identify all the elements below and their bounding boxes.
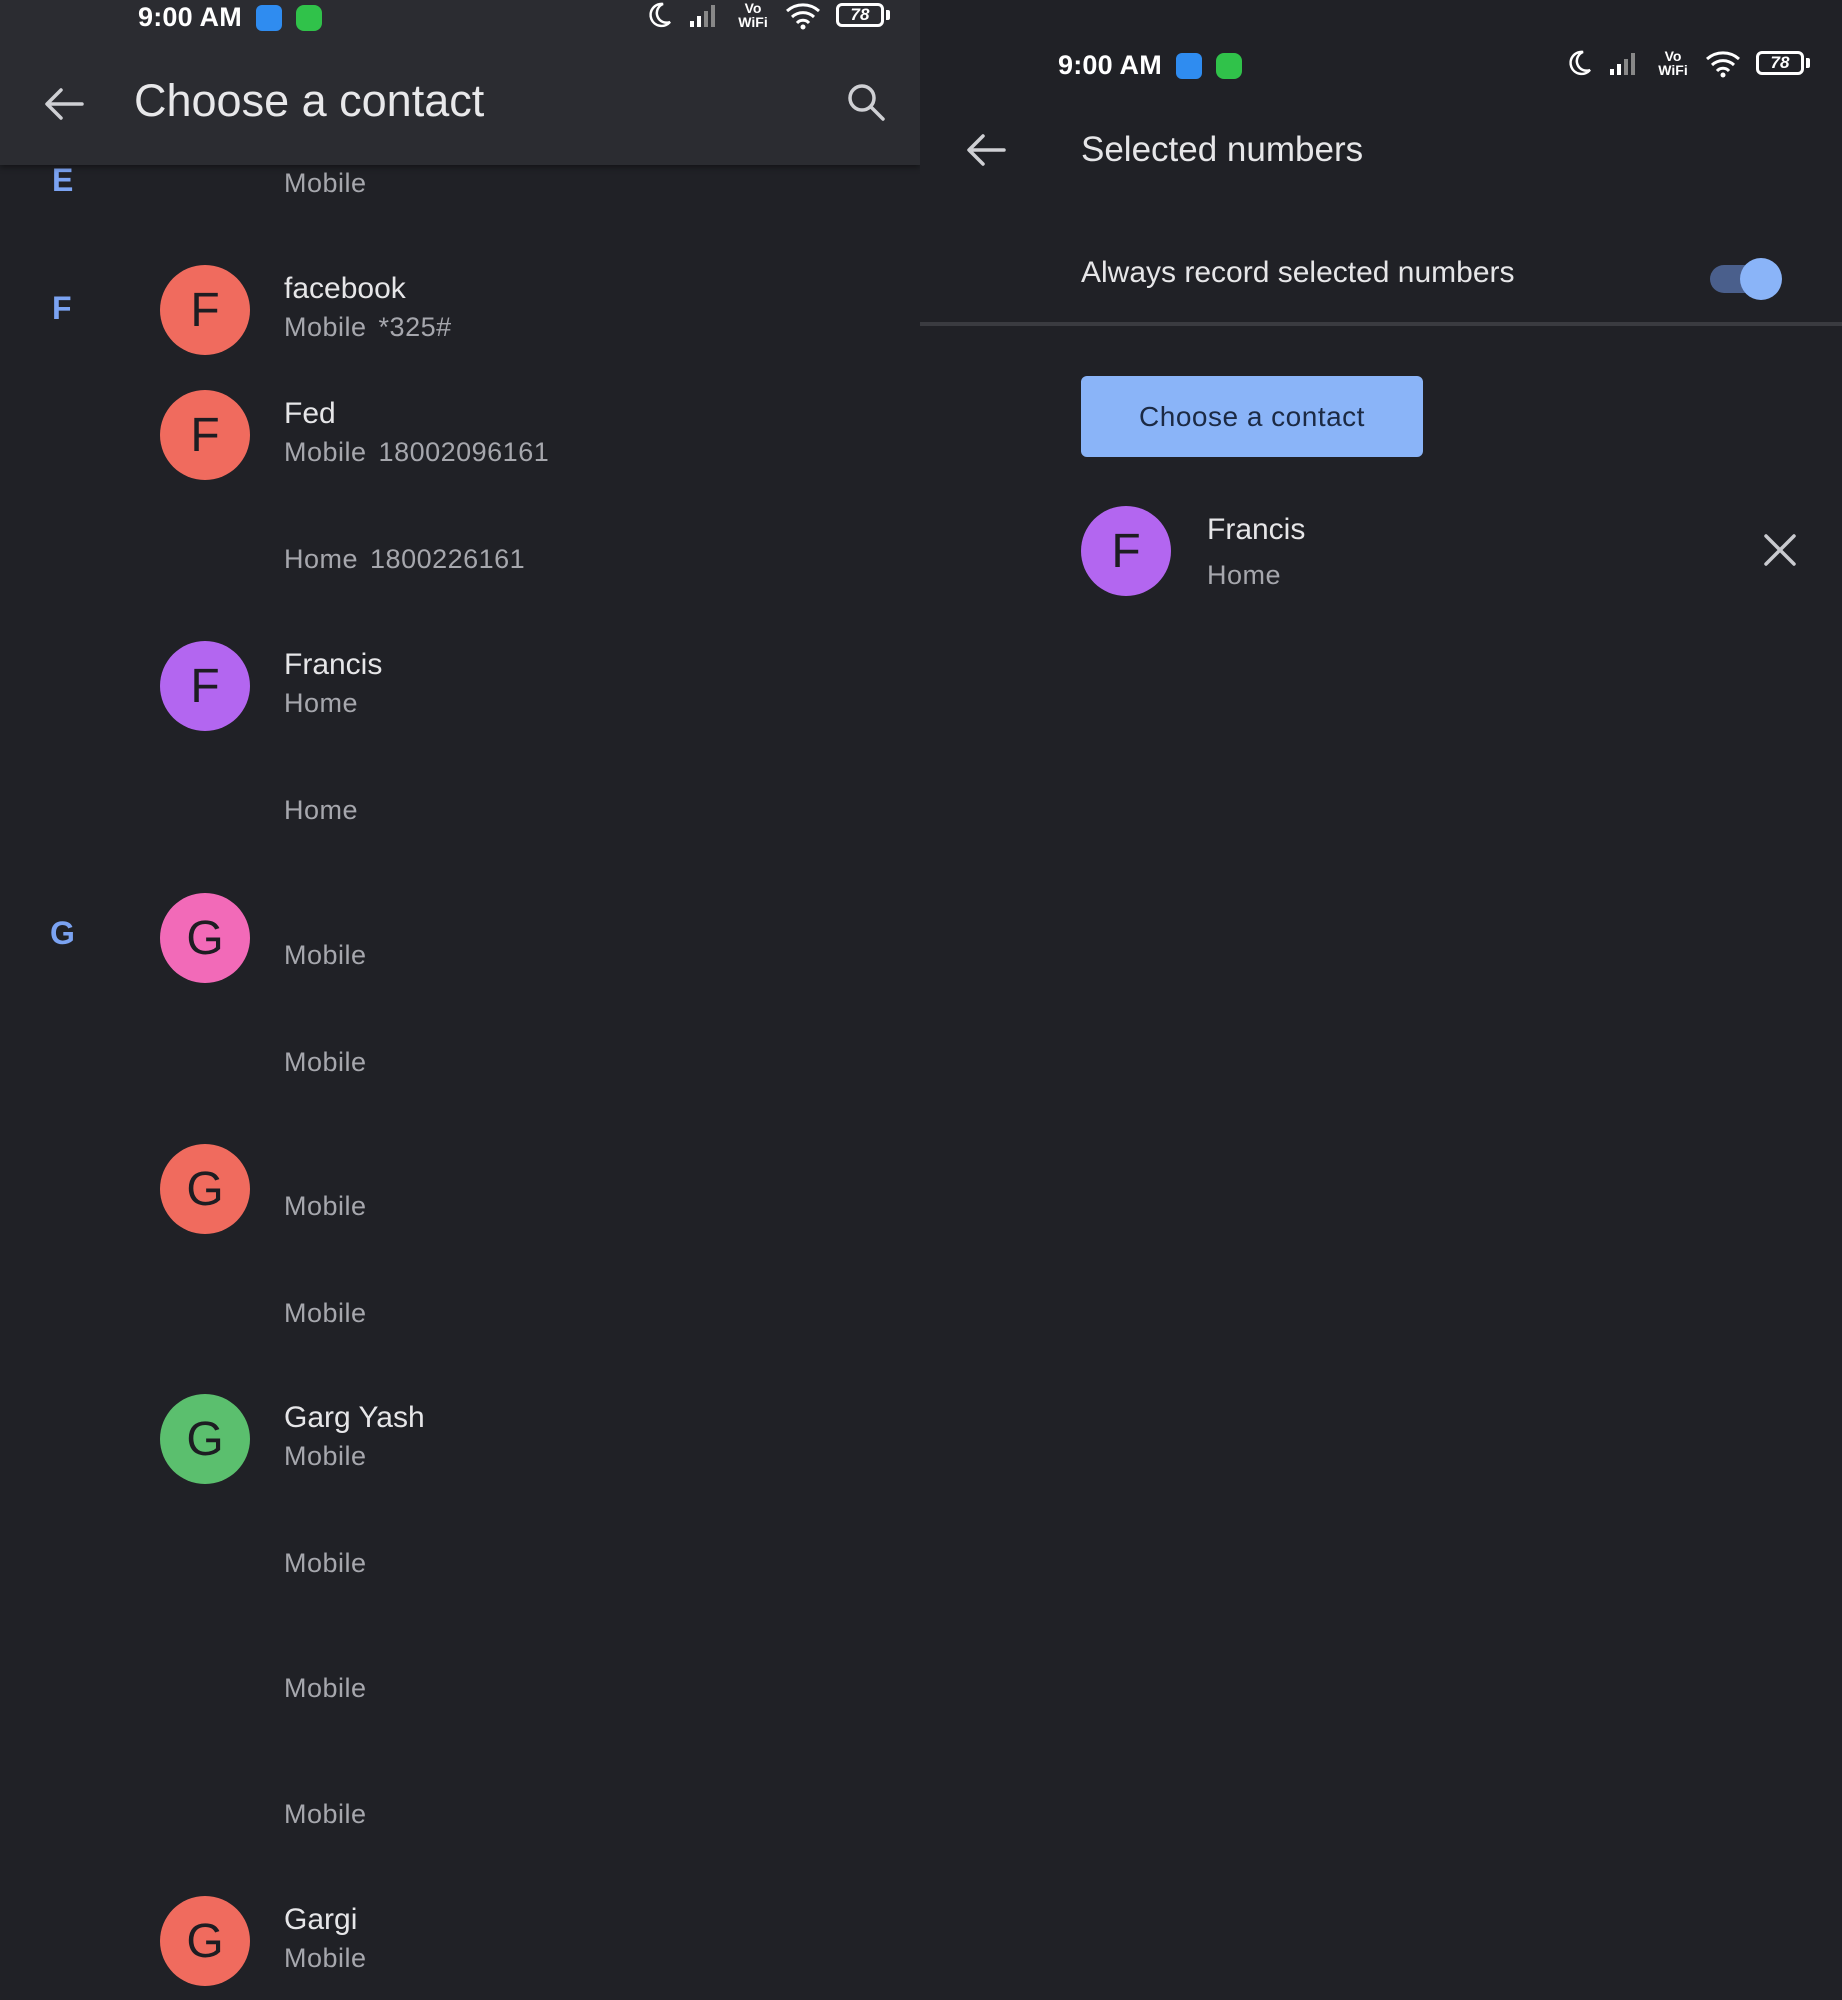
whatsapp-icon <box>1215 52 1242 79</box>
status-time: 9:00 AM <box>138 2 242 32</box>
moon-icon <box>1569 50 1591 76</box>
avatar[interactable]: F <box>160 390 250 480</box>
remove-contact-button[interactable] <box>1756 526 1804 574</box>
contact-number[interactable]: Mobile <box>284 1943 367 1974</box>
battery-level: 78 <box>1756 51 1804 75</box>
avatar[interactable]: G <box>160 1896 250 1986</box>
signal-icon <box>690 5 715 27</box>
contact-number[interactable]: Mobile <box>284 1191 367 1222</box>
contact-number[interactable]: Mobile *325# <box>284 312 452 343</box>
contact-number[interactable]: Home <box>284 795 358 826</box>
battery-icon: 78 <box>836 3 890 27</box>
contact-name[interactable]: Fed <box>284 397 336 431</box>
avatar[interactable]: G <box>160 1144 250 1234</box>
close-icon <box>1764 534 1796 566</box>
selected-contact-type: Home <box>1207 560 1282 590</box>
notification-app-icon <box>255 4 282 31</box>
avatar[interactable]: G <box>160 1394 250 1484</box>
avatar[interactable]: G <box>160 893 250 983</box>
status-bar-left: 9:00 AM <box>1058 50 1242 81</box>
avatar[interactable]: F <box>160 641 250 731</box>
avatar[interactable]: F <box>160 265 250 355</box>
contact-name[interactable]: Garg Yash <box>284 1401 425 1435</box>
app-bar: 9:00 AM Vo WiFi 78 Choose a contact <box>0 0 920 165</box>
always-record-label: Always record selected numbers <box>1081 256 1515 289</box>
signal-icon <box>1610 53 1635 75</box>
contact-number[interactable]: Home <box>284 688 358 719</box>
choose-contact-screen: 9:00 AM Vo WiFi 78 Choose a contact E Mo… <box>0 0 920 2000</box>
contact-number[interactable]: Mobile <box>284 1047 367 1078</box>
vowifi-indicator: Vo WiFi <box>1658 48 1688 78</box>
back-button[interactable] <box>960 124 1012 176</box>
moon-icon <box>649 2 671 28</box>
back-button[interactable] <box>38 78 90 130</box>
search-button[interactable] <box>840 76 892 128</box>
back-arrow-icon <box>45 88 84 120</box>
status-bar-left: 9:00 AM <box>138 2 322 33</box>
contact-number[interactable]: Mobile <box>284 1673 367 1704</box>
contact-number[interactable]: Mobile <box>284 940 367 971</box>
section-letter-f: F <box>52 290 72 326</box>
page-title: Selected numbers <box>1081 130 1364 169</box>
page-title: Choose a contact <box>134 75 485 126</box>
wifi-icon <box>786 3 820 30</box>
contact-number[interactable]: Mobile <box>284 1298 367 1329</box>
contact-name[interactable]: Francis <box>284 648 382 682</box>
contact-number[interactable]: Mobile <box>284 1799 367 1830</box>
status-icons: Vo WiFi 78 <box>1564 48 1810 78</box>
notification-app-icon <box>1175 52 1202 79</box>
vowifi-indicator: Vo WiFi <box>738 0 768 30</box>
contact-number[interactable]: Mobile <box>284 1441 367 1472</box>
status-icons: Vo WiFi 78 <box>644 0 890 30</box>
contact-number[interactable]: Mobile <box>284 1548 367 1579</box>
contact-sub-label[interactable]: Mobile <box>284 168 367 199</box>
search-icon <box>848 84 885 121</box>
contact-number[interactable]: Mobile 18002096161 <box>284 437 549 468</box>
always-record-toggle[interactable] <box>1710 258 1782 300</box>
choose-contact-button[interactable]: Choose a contact <box>1081 376 1423 457</box>
contact-number[interactable]: Home 1800226161 <box>284 544 525 575</box>
avatar: F <box>1081 506 1171 596</box>
selected-numbers-screen: 9:00 AM Vo WiFi 78 Selected numbers Alwa… <box>920 0 1842 2000</box>
whatsapp-icon <box>295 4 322 31</box>
divider <box>920 322 1842 326</box>
section-letter-e: E <box>52 162 74 198</box>
contact-name[interactable]: Gargi <box>284 1903 357 1937</box>
back-arrow-icon <box>967 134 1006 166</box>
contact-name[interactable]: facebook <box>284 272 406 306</box>
battery-icon: 78 <box>1756 51 1810 75</box>
status-time: 9:00 AM <box>1058 50 1162 80</box>
battery-level: 78 <box>836 3 884 27</box>
selected-contact-name: Francis <box>1207 513 1306 546</box>
wifi-icon <box>1706 51 1740 78</box>
toggle-thumb <box>1740 258 1782 300</box>
section-letter-g: G <box>50 915 75 951</box>
